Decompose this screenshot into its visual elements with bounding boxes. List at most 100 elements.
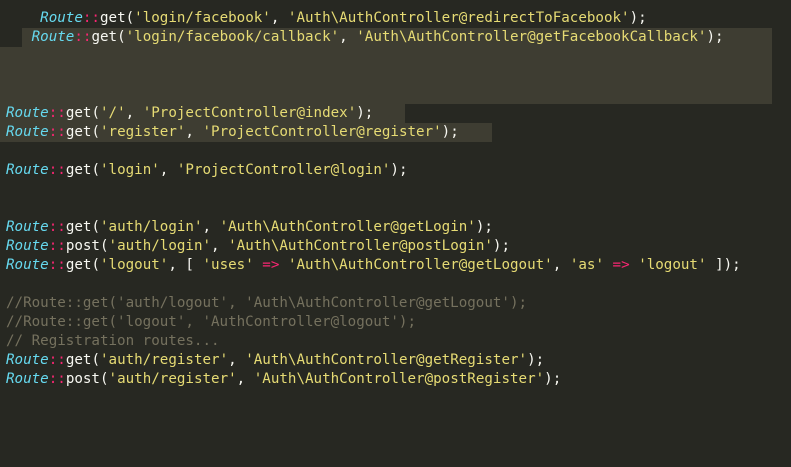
string-token: 'login/facebook/callback' xyxy=(125,29,340,45)
punctuation-token: , xyxy=(125,105,143,121)
string-token: 'Auth\AuthController@getFacebookCallback… xyxy=(356,29,707,45)
code-line[interactable]: Route::get('login/facebook/callback', 'A… xyxy=(6,28,724,47)
string-token: 'Auth\AuthController@getLogin' xyxy=(219,219,476,235)
punctuation-token: ( xyxy=(117,29,126,45)
code-line[interactable]: Route::get('login/facebook', 'Auth\AuthC… xyxy=(6,9,647,28)
code-line[interactable]: Route::post('auth/login', 'Auth\AuthCont… xyxy=(6,237,510,256)
operator-token: => xyxy=(612,257,630,273)
punctuation-token: ( xyxy=(91,162,100,178)
punctuation-token: , xyxy=(202,219,220,235)
punctuation-token: , xyxy=(159,162,177,178)
code-line[interactable]: //Route::get('auth/logout', 'Auth\AuthCo… xyxy=(6,294,527,313)
punctuation-token xyxy=(254,257,263,273)
operator-token: :: xyxy=(48,371,66,387)
method-token: get xyxy=(99,10,126,26)
code-line[interactable]: Route::get('auth/register', 'Auth\AuthCo… xyxy=(6,351,544,370)
code-line[interactable]: Route::get('auth/login', 'Auth\AuthContr… xyxy=(6,218,493,237)
method-token: get xyxy=(91,29,118,45)
punctuation-token: , xyxy=(339,29,357,45)
string-token: 'register' xyxy=(99,124,186,140)
class-token: Route xyxy=(6,257,49,273)
operator-token: :: xyxy=(48,219,66,235)
class-token: Route xyxy=(6,105,49,121)
string-token: '/' xyxy=(99,105,126,121)
class-token: Route xyxy=(31,29,75,45)
comment-token: //Route::get('logout', 'AuthController@l… xyxy=(6,314,416,330)
operator-token: :: xyxy=(48,352,66,368)
operator-token: :: xyxy=(74,29,92,45)
string-token: 'login' xyxy=(99,162,160,178)
string-token: 'ProjectController@register' xyxy=(202,124,442,140)
punctuation-token: ( xyxy=(91,105,100,121)
punctuation-token: ); xyxy=(629,10,647,26)
punctuation-token: , xyxy=(270,10,288,26)
string-token: 'as' xyxy=(569,257,604,273)
operator-token: :: xyxy=(48,162,66,178)
method-token: get xyxy=(65,124,92,140)
string-token: 'logout' xyxy=(99,257,169,273)
punctuation-token: , xyxy=(211,238,229,254)
method-token: get xyxy=(65,257,92,273)
punctuation-token: ( xyxy=(91,257,100,273)
punctuation-token: ); xyxy=(706,29,724,45)
operator-token: :: xyxy=(82,10,100,26)
code-line[interactable]: Route::post('auth/register', 'Auth\AuthC… xyxy=(6,370,561,389)
punctuation-token: ); xyxy=(492,238,511,254)
code-line[interactable]: Route::get('register', 'ProjectControlle… xyxy=(6,123,459,142)
operator-token: :: xyxy=(48,124,66,140)
string-token: 'auth/register' xyxy=(108,371,237,387)
operator-token: :: xyxy=(48,257,66,273)
comment-token: // Registration routes... xyxy=(6,333,220,349)
punctuation-token: ]); xyxy=(706,257,741,273)
string-token: 'logout' xyxy=(638,257,707,273)
code-line[interactable]: Route::get('login', 'ProjectController@l… xyxy=(6,161,408,180)
string-token: 'auth/login' xyxy=(99,219,203,235)
punctuation-token: ( xyxy=(91,124,100,140)
class-token: Route xyxy=(6,124,49,140)
punctuation-token: ( xyxy=(91,219,100,235)
class-token: Route xyxy=(40,10,83,26)
method-token: get xyxy=(65,105,92,121)
class-token: Route xyxy=(6,371,49,387)
class-token: Route xyxy=(6,219,49,235)
string-token: 'auth/register' xyxy=(99,352,229,368)
code-line[interactable]: Route::get('/', 'ProjectController@index… xyxy=(6,104,373,123)
punctuation-token: , xyxy=(552,257,570,273)
punctuation-token: ( xyxy=(125,10,135,26)
string-token: 'ProjectController@login' xyxy=(176,162,391,178)
punctuation-token xyxy=(604,257,613,273)
class-token: Route xyxy=(6,162,49,178)
code-line[interactable]: Route::get('logout', [ 'uses' => 'Auth\A… xyxy=(6,256,741,275)
string-token: 'Auth\AuthController@postLogin' xyxy=(228,238,493,254)
string-token: 'Auth\AuthController@getRegister' xyxy=(245,352,528,368)
selection-highlight xyxy=(0,47,772,104)
method-token: get xyxy=(65,352,92,368)
punctuation-token xyxy=(279,257,288,273)
string-token: 'uses' xyxy=(202,257,254,273)
code-editor[interactable]: Route::get('login/facebook', 'Auth\AuthC… xyxy=(0,0,791,467)
string-token: 'Auth\AuthController@redirectToFacebook' xyxy=(287,10,630,26)
string-token: 'ProjectController@index' xyxy=(142,105,357,121)
punctuation-token xyxy=(630,257,639,273)
method-token: post xyxy=(65,238,100,254)
punctuation-token: ); xyxy=(441,124,459,140)
class-token: Route xyxy=(6,238,49,254)
method-token: post xyxy=(65,371,100,387)
code-line[interactable]: // Registration routes... xyxy=(6,332,220,351)
operator-token: :: xyxy=(48,238,66,254)
string-token: 'Auth\AuthController@postRegister' xyxy=(253,371,545,387)
punctuation-token: ); xyxy=(527,352,545,368)
class-token: Route xyxy=(6,352,49,368)
punctuation-token: , [ xyxy=(168,257,203,273)
punctuation-token: ( xyxy=(99,238,109,254)
punctuation-token: , xyxy=(236,371,254,387)
code-line[interactable]: //Route::get('logout', 'AuthController@l… xyxy=(6,313,416,332)
operator-token: => xyxy=(262,257,280,273)
punctuation-token: ); xyxy=(390,162,408,178)
punctuation-token: ); xyxy=(475,219,493,235)
punctuation-token: , xyxy=(185,124,203,140)
string-token: 'login/facebook' xyxy=(134,10,271,26)
method-token: get xyxy=(65,219,92,235)
